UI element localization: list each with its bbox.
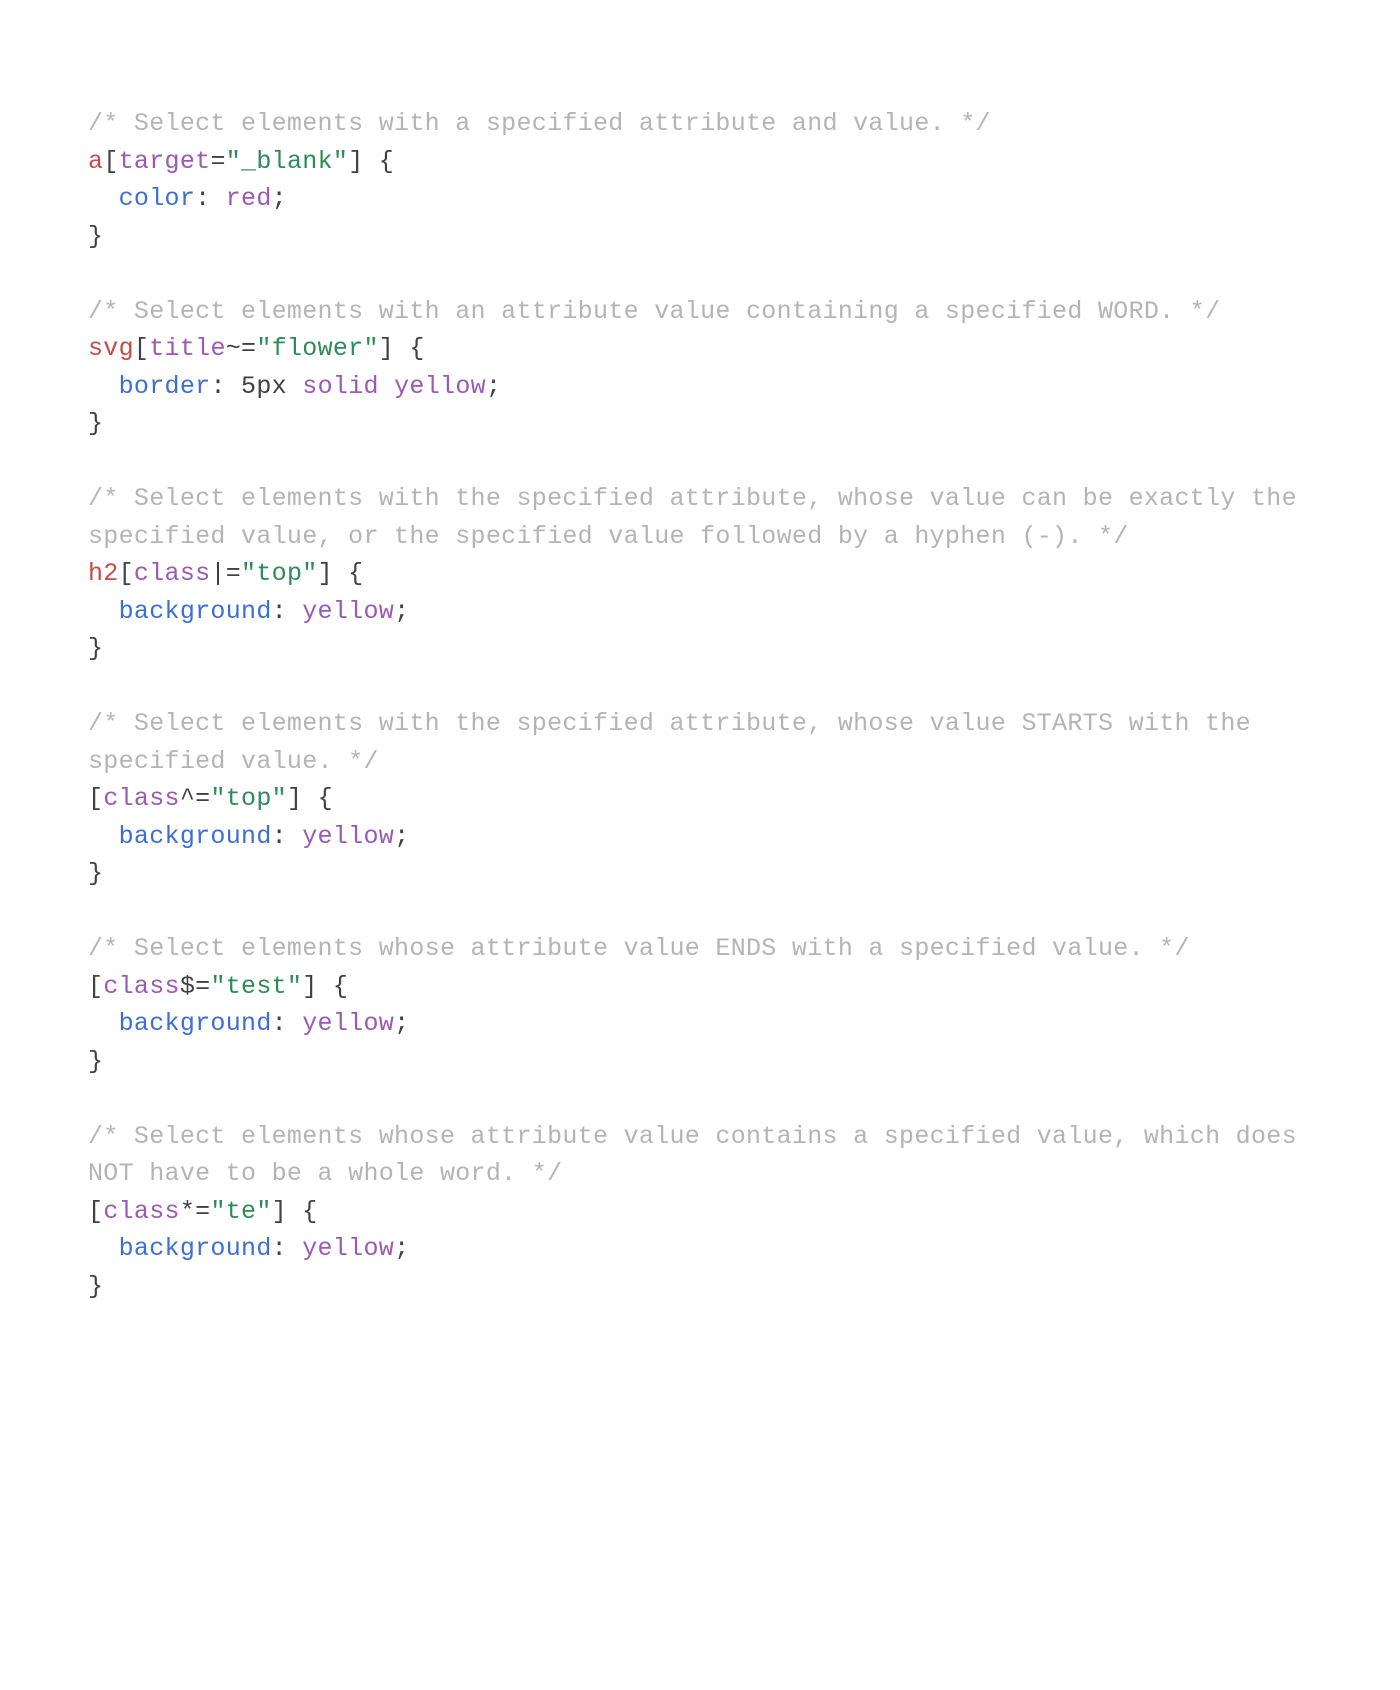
code-block: /* Select elements with a specified attr…	[0, 25, 1400, 1665]
css-value: yellow	[302, 1009, 394, 1038]
selector-tag: a	[88, 147, 103, 176]
colon: :	[272, 597, 303, 626]
brace-close: }	[88, 409, 103, 438]
css-property: color	[119, 184, 196, 213]
selector-op: |=	[210, 559, 241, 588]
selector-string: "te"	[210, 1197, 271, 1226]
selector-attr: title	[149, 334, 226, 363]
selector-string: "test"	[210, 972, 302, 1001]
brace-close: }	[88, 634, 103, 663]
brace-close: }	[88, 859, 103, 888]
selector-string: "top"	[241, 559, 318, 588]
code-comment: /* Select elements with a specified attr…	[88, 109, 991, 138]
semicolon: ;	[394, 822, 409, 851]
bracket-close: ]	[287, 784, 302, 813]
brace-close: }	[88, 1272, 103, 1301]
css-value: red	[226, 184, 272, 213]
css-value: yellow	[302, 1234, 394, 1263]
css-property: background	[119, 1009, 272, 1038]
bracket-open: [	[88, 784, 103, 813]
bracket-open: [	[103, 147, 118, 176]
css-number: 5px	[241, 372, 287, 401]
semicolon: ;	[394, 597, 409, 626]
code-comment: /* Select elements whose attribute value…	[88, 934, 1190, 963]
selector-op: =	[210, 147, 225, 176]
brace-open: {	[318, 972, 349, 1001]
css-keyword: solid	[302, 372, 379, 401]
selector-attr: class	[103, 1197, 180, 1226]
selector-op: ^=	[180, 784, 211, 813]
code-comment: /* Select elements with the specified at…	[88, 484, 1312, 551]
selector-attr: class	[103, 784, 180, 813]
css-value: yellow	[302, 597, 394, 626]
selector-string: "_blank"	[226, 147, 348, 176]
brace-open: {	[302, 784, 333, 813]
bracket-open: [	[88, 972, 103, 1001]
selector-tag: svg	[88, 334, 134, 363]
bracket-close: ]	[318, 559, 333, 588]
brace-close: }	[88, 1047, 103, 1076]
selector-string: "flower"	[256, 334, 378, 363]
selector-string: "top"	[210, 784, 287, 813]
css-property: background	[119, 1234, 272, 1263]
bracket-open: [	[134, 334, 149, 363]
bracket-close: ]	[379, 334, 394, 363]
bracket-close: ]	[348, 147, 363, 176]
colon: :	[210, 372, 241, 401]
semicolon: ;	[486, 372, 501, 401]
bracket-close: ]	[272, 1197, 287, 1226]
css-value: yellow	[302, 822, 394, 851]
bracket-open: [	[119, 559, 134, 588]
selector-tag: h2	[88, 559, 119, 588]
selector-attr: target	[119, 147, 211, 176]
selector-attr: class	[103, 972, 180, 1001]
css-property: background	[119, 597, 272, 626]
brace-open: {	[287, 1197, 318, 1226]
brace-open: {	[394, 334, 425, 363]
bracket-open: [	[88, 1197, 103, 1226]
brace-open: {	[333, 559, 364, 588]
semicolon: ;	[394, 1009, 409, 1038]
colon: :	[195, 184, 226, 213]
bracket-close: ]	[302, 972, 317, 1001]
css-property: background	[119, 822, 272, 851]
brace-close: }	[88, 222, 103, 251]
code-comment: /* Select elements with the specified at…	[88, 709, 1266, 776]
css-property: border	[119, 372, 211, 401]
colon: :	[272, 1234, 303, 1263]
colon: :	[272, 1009, 303, 1038]
code-comment: /* Select elements with an attribute val…	[88, 297, 1220, 326]
code-comment: /* Select elements whose attribute value…	[88, 1122, 1312, 1189]
selector-op: ~=	[226, 334, 257, 363]
selector-op: *=	[180, 1197, 211, 1226]
brace-open: {	[364, 147, 395, 176]
selector-attr: class	[134, 559, 211, 588]
selector-op: $=	[180, 972, 211, 1001]
css-value: yellow	[394, 372, 486, 401]
colon: :	[272, 822, 303, 851]
semicolon: ;	[394, 1234, 409, 1263]
semicolon: ;	[272, 184, 287, 213]
